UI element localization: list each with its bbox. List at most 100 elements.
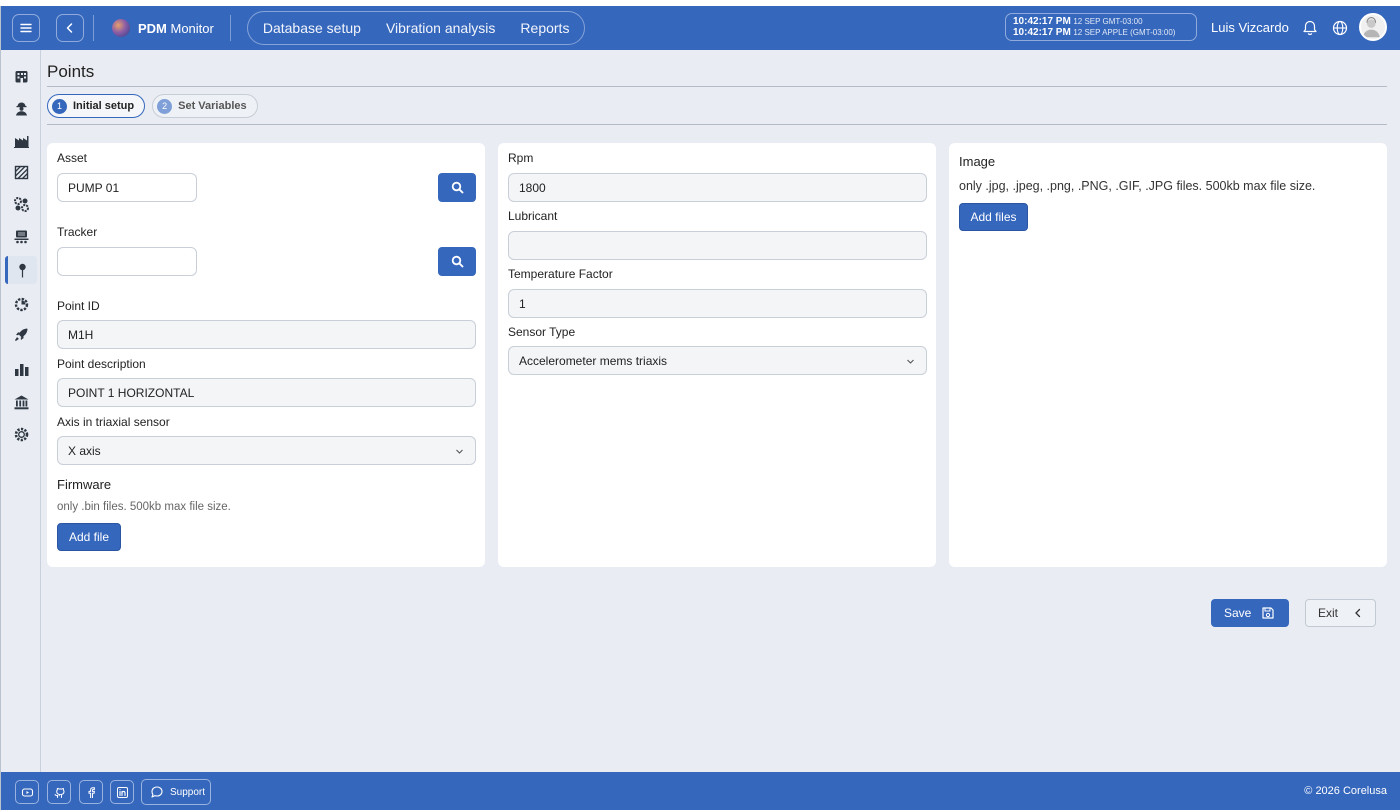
- sensor-type-value: Accelerometer mems triaxis: [519, 353, 668, 368]
- sidebar-item-buildings[interactable]: [7, 62, 35, 90]
- card-asset-details: Asset PUMP 01 Tracker Point ID M1H Point…: [47, 143, 485, 567]
- copyright: © 2026 Corelusa: [1304, 785, 1387, 797]
- factory-icon: [13, 135, 29, 148]
- support-label: Support: [170, 786, 206, 798]
- exit-button[interactable]: Exit: [1305, 599, 1376, 627]
- clock-info-2: 12 SEP APPLE (GMT-03:00): [1073, 28, 1176, 37]
- sidebar-item-points[interactable]: [5, 256, 37, 284]
- brand[interactable]: PDM Monitor: [112, 19, 214, 37]
- bank-icon: [14, 395, 28, 409]
- image-title: Image: [959, 154, 996, 169]
- save-label: Save: [1224, 606, 1252, 620]
- asset-search-button[interactable]: [438, 173, 476, 202]
- sidebar-item-plants[interactable]: [7, 126, 35, 154]
- nav-vibration-analysis[interactable]: Vibration analysis: [370, 20, 511, 36]
- chat-bubble-icon: [151, 786, 163, 798]
- divider: [47, 86, 1387, 87]
- add-firmware-button[interactable]: Add file: [57, 523, 121, 551]
- gear-icon: [14, 427, 28, 441]
- back-button[interactable]: [56, 14, 84, 42]
- sidebar-item-settings[interactable]: [7, 420, 35, 448]
- nav-database-setup[interactable]: Database setup: [254, 20, 370, 36]
- linkedin-icon: [116, 786, 128, 798]
- user-name[interactable]: Luis Vizcardo: [1211, 20, 1289, 35]
- sidebar-item-launch[interactable]: [7, 320, 35, 348]
- pin-icon: [19, 263, 26, 277]
- support-button[interactable]: Support: [141, 779, 211, 805]
- step-label: Set Variables: [178, 100, 247, 112]
- top-bar: PDM Monitor Database setup Vibration ana…: [1, 6, 1400, 50]
- lubricant-input[interactable]: [508, 231, 927, 260]
- sidebar-item-areas[interactable]: [7, 158, 35, 186]
- lubricant-label: Lubricant: [508, 209, 558, 223]
- point-description-input[interactable]: POINT 1 HORIZONTAL: [57, 378, 476, 407]
- youtube-icon: [21, 787, 33, 797]
- step-initial-setup[interactable]: 1 Initial setup: [47, 94, 146, 118]
- chevron-left-icon: [66, 23, 73, 33]
- firmware-hint: only .bin files. 500kb max file size.: [57, 501, 231, 513]
- sensor-type-label: Sensor Type: [508, 325, 576, 339]
- card-operating-params: Rpm 1800 Lubricant Temperature Factor 1 …: [498, 143, 936, 567]
- point-description-label: Point description: [57, 357, 146, 371]
- tracker-search-button[interactable]: [438, 247, 476, 276]
- clock-info-1: 12 SEP GMT-03:00: [1073, 17, 1143, 26]
- chevron-down-icon: [907, 359, 914, 364]
- clock-time-2: 10:42:17 PM: [1013, 27, 1071, 38]
- sidebar-item-analysis[interactable]: [7, 290, 35, 318]
- github-button[interactable]: [47, 780, 71, 804]
- github-icon: [54, 787, 65, 798]
- sidebar-item-reports[interactable]: [7, 355, 35, 383]
- facebook-button[interactable]: [79, 780, 103, 804]
- stepper: 1 Initial setup 2 Set Variables: [47, 94, 265, 118]
- linkedin-button[interactable]: [110, 780, 134, 804]
- axis-select-value: X axis: [68, 443, 101, 458]
- sidebar-item-institution[interactable]: [7, 388, 35, 416]
- temperature-factor-input[interactable]: 1: [508, 289, 927, 318]
- asset-input[interactable]: PUMP 01: [57, 173, 197, 202]
- search-icon: [451, 255, 463, 268]
- rpm-input[interactable]: 1800: [508, 173, 927, 202]
- brand-suffix: Monitor: [166, 20, 214, 36]
- divider: [47, 124, 1387, 125]
- point-id-input[interactable]: M1H: [57, 320, 476, 349]
- chevron-down-icon: [456, 449, 463, 454]
- card-image-upload: Image only .jpg, .jpeg, .png, .PNG, .GIF…: [949, 143, 1387, 567]
- image-hint: only .jpg, .jpeg, .png, .PNG, .GIF, .JPG…: [959, 179, 1316, 193]
- brand-name: PDM: [138, 20, 167, 36]
- sidebar: [1, 50, 41, 772]
- sensor-type-select[interactable]: Accelerometer mems triaxis: [508, 346, 927, 375]
- footer: Support © 2026 Corelusa: [1, 772, 1400, 810]
- hamburger-icon: [20, 23, 32, 33]
- axis-select[interactable]: X axis: [57, 436, 476, 465]
- app-window: PDM Monitor Database setup Vibration ana…: [0, 6, 1400, 810]
- sidebar-item-operators[interactable]: [7, 94, 35, 122]
- step-number: 2: [157, 98, 173, 114]
- divider: [93, 15, 94, 41]
- search-icon: [451, 181, 463, 194]
- asset-label: Asset: [57, 151, 88, 165]
- menu-button[interactable]: [12, 14, 40, 42]
- step-label: Initial setup: [73, 100, 135, 112]
- nav-reports[interactable]: Reports: [511, 20, 578, 36]
- tracker-input[interactable]: [57, 247, 197, 276]
- save-button[interactable]: Save: [1211, 599, 1289, 627]
- brand-logo: [112, 19, 130, 37]
- youtube-button[interactable]: [15, 780, 39, 804]
- clock-display: 10:42:17 PM 12 SEP GMT-03:00 10:42:17 PM…: [1005, 13, 1197, 41]
- add-image-files-button[interactable]: Add files: [959, 203, 1028, 231]
- user-avatar-icon: [1362, 17, 1380, 38]
- building-icon: [15, 70, 27, 82]
- gears-icon: [13, 196, 29, 212]
- chevron-left-icon: [1355, 608, 1361, 618]
- page-title: Points: [47, 62, 95, 81]
- area-hatch-icon: [14, 165, 28, 179]
- avatar[interactable]: [1359, 13, 1387, 41]
- main-nav: Database setup Vibration analysis Report…: [246, 11, 586, 45]
- step-set-variables[interactable]: 2 Set Variables: [152, 94, 258, 118]
- conveyor-icon: [14, 230, 28, 243]
- bell-icon[interactable]: [1301, 19, 1319, 37]
- globe-icon[interactable]: [1331, 19, 1349, 37]
- sidebar-item-machines[interactable]: [7, 190, 35, 218]
- sidebar-item-components[interactable]: [7, 222, 35, 250]
- firmware-title: Firmware: [57, 477, 112, 492]
